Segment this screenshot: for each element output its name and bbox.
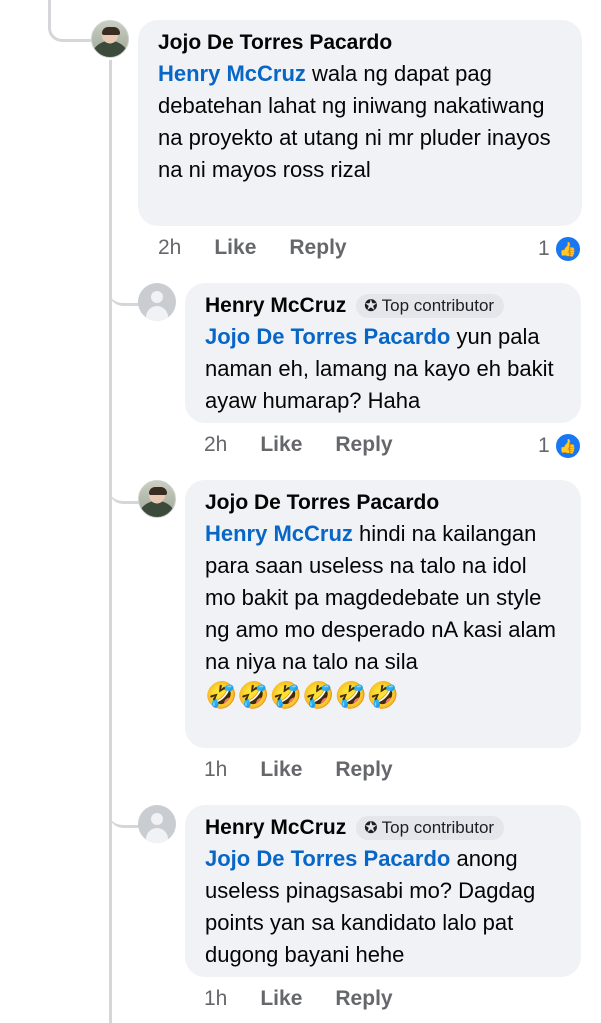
comment-timestamp[interactable]: 1h [204, 758, 227, 782]
rolling-laughing-emoji: 🤣🤣🤣🤣🤣🤣 [205, 680, 400, 710]
comment-actions: 1h Like Reply [204, 758, 393, 782]
comment-timestamp[interactable]: 1h [204, 987, 227, 1011]
comment-actions: 2h Like Reply [204, 433, 393, 457]
like-reaction-icon: 👍 [553, 432, 582, 460]
comment-text: Jojo De Torres Pacardo yun pala naman eh… [205, 324, 554, 413]
top-contributor-icon: ✪ [364, 298, 378, 315]
thread-connector-top [48, 0, 92, 42]
top-contributor-badge[interactable]: ✪ Top contributor [356, 816, 505, 840]
comment-author[interactable]: Henry McCruz [205, 294, 346, 318]
comment-bubble: Jojo De Torres Pacardo Henry McCruz hind… [185, 480, 581, 748]
comment-actions: 1h Like Reply [204, 987, 393, 1011]
avatar[interactable] [138, 805, 176, 843]
like-reaction-icon: 👍 [553, 235, 582, 263]
avatar[interactable] [138, 480, 176, 518]
like-button[interactable]: Like [260, 987, 302, 1011]
avatar[interactable] [138, 283, 176, 321]
top-contributor-badge[interactable]: ✪ Top contributor [356, 294, 505, 318]
mention-link[interactable]: Jojo De Torres Pacardo [205, 846, 450, 871]
mention-link[interactable]: Jojo De Torres Pacardo [205, 324, 450, 349]
comment-text: Jojo De Torres Pacardo anong useless pin… [205, 846, 536, 967]
like-button[interactable]: Like [214, 236, 256, 260]
top-contributor-icon: ✪ [364, 820, 378, 837]
comment-author[interactable]: Henry McCruz [205, 816, 346, 840]
comment-author[interactable]: Jojo De Torres Pacardo [158, 31, 392, 55]
reply-button[interactable]: Reply [335, 433, 392, 457]
reaction-count[interactable]: 1 👍 [538, 432, 582, 460]
mention-link[interactable]: Henry McCruz [205, 521, 353, 546]
reply-button[interactable]: Reply [335, 758, 392, 782]
comment-actions: 2h Like Reply [158, 236, 347, 260]
thread-line-main [109, 60, 112, 1023]
comment-text: Henry McCruz hindi na kailangan para saa… [205, 521, 556, 710]
mention-link[interactable]: Henry McCruz [158, 61, 306, 86]
reply-button[interactable]: Reply [335, 987, 392, 1011]
comment-bubble: Henry McCruz ✪ Top contributor Jojo De To… [185, 805, 581, 977]
reaction-count[interactable]: 1 👍 [538, 235, 582, 263]
reply-button[interactable]: Reply [289, 236, 346, 260]
comment-text: Henry McCruz wala ng dapat pag debatehan… [158, 61, 551, 182]
avatar[interactable] [91, 20, 129, 58]
like-button[interactable]: Like [260, 758, 302, 782]
comment-timestamp[interactable]: 2h [204, 433, 227, 457]
like-button[interactable]: Like [260, 433, 302, 457]
comment-bubble: Henry McCruz ✪ Top contributor Jojo De To… [185, 283, 581, 423]
comment-bubble: Jojo De Torres Pacardo Henry McCruz wala… [138, 20, 582, 226]
comment-timestamp[interactable]: 2h [158, 236, 181, 260]
comment-author[interactable]: Jojo De Torres Pacardo [205, 491, 439, 515]
